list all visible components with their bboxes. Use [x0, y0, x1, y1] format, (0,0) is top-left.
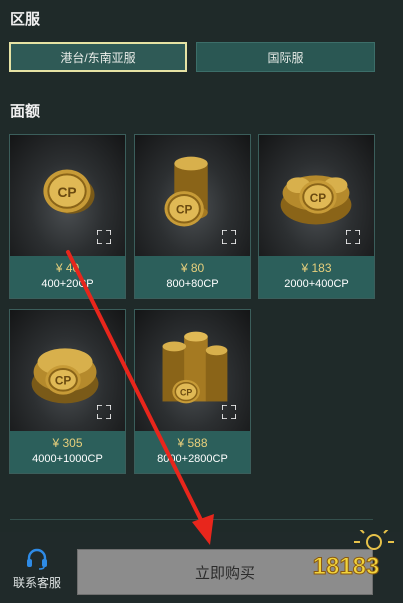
expand-icon[interactable]: [97, 230, 111, 244]
cp-coin-image: CP: [135, 310, 250, 431]
cp-coin-image: CP: [135, 135, 250, 256]
cp-coin-image: CP: [10, 135, 125, 256]
cp-amount-label: 400+20CP: [41, 278, 94, 290]
price-label: ¥ 588: [177, 436, 208, 450]
svg-text:CP: CP: [57, 185, 76, 200]
denomination-card-40[interactable]: CP ¥ 40 400+20CP: [9, 134, 126, 299]
denomination-card-305[interactable]: CP ¥ 305 4000+1000CP: [9, 309, 126, 474]
svg-text:CP: CP: [55, 375, 72, 388]
svg-text:CP: CP: [180, 388, 192, 398]
expand-icon[interactable]: [97, 405, 111, 419]
denomination-card-588[interactable]: CP ¥ 588 8000+2800CP: [134, 309, 251, 474]
price-box: ¥ 80 800+80CP: [135, 256, 250, 298]
price-box: ¥ 588 8000+2800CP: [135, 431, 250, 473]
server-option-hk-sea[interactable]: 港台/东南亚服: [9, 42, 187, 72]
annotation-arrow-icon: [66, 250, 214, 545]
customer-service-button[interactable]: 联系客服: [8, 548, 66, 591]
server-option-global[interactable]: 国际服: [196, 42, 375, 72]
svg-text:CP: CP: [310, 192, 327, 205]
region-section-title: 区服: [10, 11, 41, 28]
price-label: ¥ 305: [52, 436, 83, 450]
denomination-card-80[interactable]: CP ¥ 80 800+80CP: [134, 134, 251, 299]
cp-amount-label: 8000+2800CP: [157, 453, 228, 465]
headset-icon: [27, 548, 47, 570]
expand-icon[interactable]: [222, 405, 236, 419]
cp-coin-image: CP: [259, 135, 374, 256]
denomination-section-title: 面额: [10, 103, 41, 120]
customer-service-label: 联系客服: [12, 576, 61, 590]
price-label: ¥ 40: [55, 261, 80, 275]
price-box: ¥ 40 400+20CP: [10, 256, 125, 298]
cp-amount-label: 800+80CP: [166, 278, 219, 290]
watermark-text: 18183: [313, 553, 380, 580]
denomination-card-183[interactable]: CP ¥ 183 2000+400CP: [258, 134, 375, 299]
expand-icon[interactable]: [346, 230, 360, 244]
price-box: ¥ 305 4000+1000CP: [10, 431, 125, 473]
cp-amount-label: 2000+400CP: [284, 278, 349, 290]
section-divider: [10, 519, 373, 520]
cp-coin-image: CP: [10, 310, 125, 431]
expand-icon[interactable]: [222, 230, 236, 244]
price-box: ¥ 183 2000+400CP: [259, 256, 374, 298]
price-label: ¥ 183: [301, 261, 332, 275]
cp-amount-label: 4000+1000CP: [32, 453, 103, 465]
price-label: ¥ 80: [180, 261, 205, 275]
svg-text:CP: CP: [176, 204, 193, 217]
18183-watermark-logo: 18183: [312, 530, 394, 580]
